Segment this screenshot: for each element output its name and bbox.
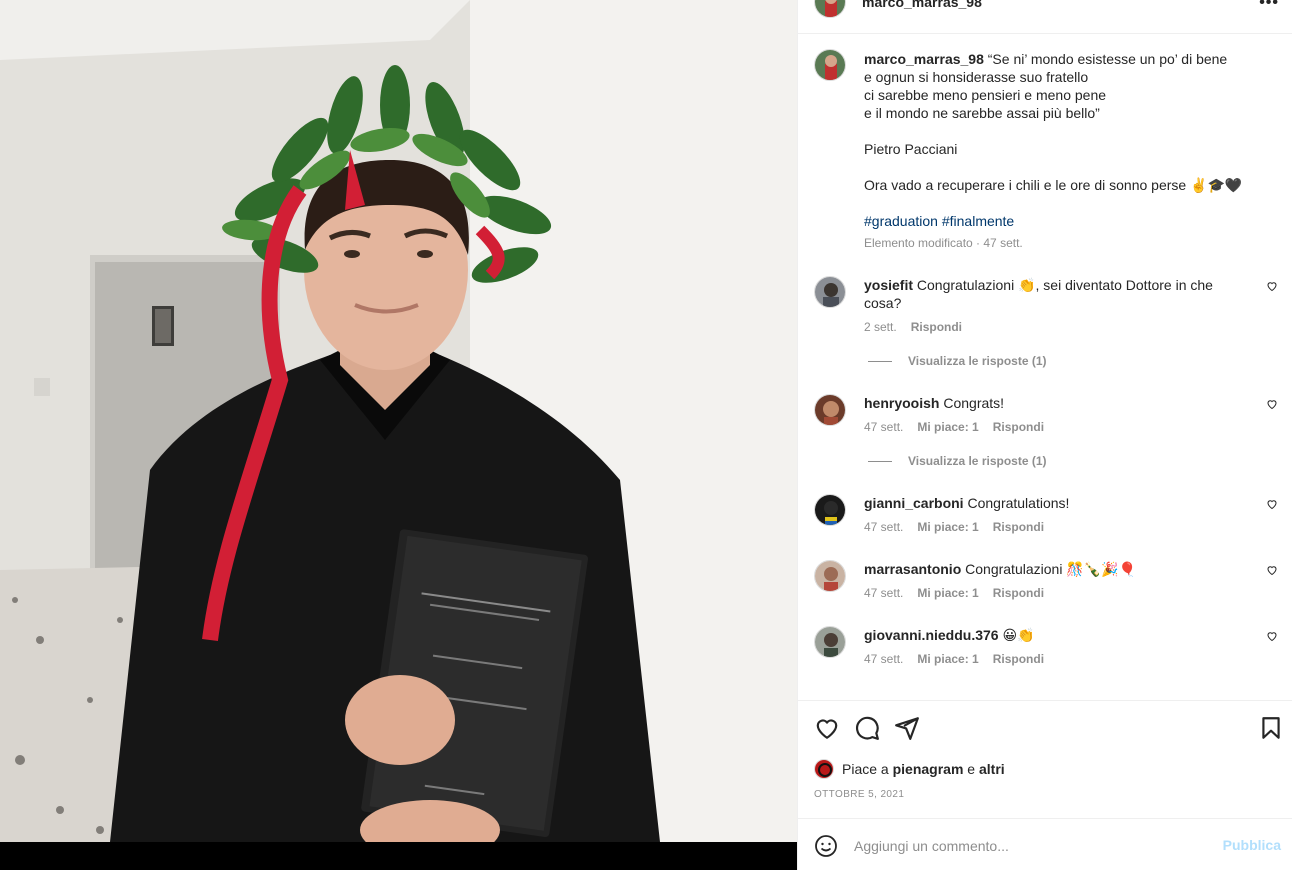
likes-summary[interactable]: Piace a pienagram e altri: [814, 759, 1005, 779]
heart-icon[interactable]: [1266, 564, 1278, 576]
comment-time: 47 sett.: [864, 520, 904, 534]
comment-likes[interactable]: Mi piace: 1: [917, 420, 978, 434]
comment-item: henryooish Congrats! 47 sett. Mi piace: 1…: [814, 394, 1278, 435]
comment-username[interactable]: giovanni.nieddu.376: [864, 627, 999, 643]
caption-username[interactable]: marco_marras_98: [864, 51, 984, 67]
comment-text: Congratulations!: [967, 495, 1070, 511]
post-side-panel: marco_marras_98 ••• marco_marras_98 “Se …: [797, 0, 1292, 870]
heart-icon[interactable]: [814, 715, 840, 741]
hashtag-link[interactable]: #finalmente: [942, 213, 1014, 229]
likes-joiner: e: [967, 761, 976, 777]
caption-extra-line: Ora vado a recuperare i chili e le ore d…: [864, 177, 1243, 193]
heart-icon[interactable]: [1266, 498, 1278, 510]
view-replies-button[interactable]: Visualizza le risposte (1): [868, 454, 1047, 468]
author-avatar[interactable]: [814, 0, 846, 18]
likes-user[interactable]: pienagram: [893, 761, 964, 777]
comment-text: Congratulazioni 👏, sei diventato Dottore…: [864, 277, 1213, 311]
comment-time: 47 sett.: [864, 420, 904, 434]
post-header: marco_marras_98 •••: [798, 0, 1292, 34]
author-username[interactable]: marco_marras_98: [862, 0, 982, 10]
comment-avatar[interactable]: [814, 276, 846, 308]
photo-letterbox: [0, 842, 797, 870]
comment-likes[interactable]: Mi piace: 1: [917, 586, 978, 600]
comment-likes[interactable]: Mi piace: 1: [917, 652, 978, 666]
bookmark-icon[interactable]: [1258, 715, 1284, 741]
likes-prefix: Piace a: [842, 761, 889, 777]
comment-item: yosiefit Congratulazioni 👏, sei diventat…: [814, 276, 1278, 335]
heart-icon[interactable]: [1266, 280, 1278, 292]
smiley-icon[interactable]: [814, 834, 838, 858]
comment-text: Congratulazioni 🎊🍾🎉🎈: [965, 561, 1137, 577]
caption-line-3: ci sarebbe meno pensieri e meno pene: [864, 87, 1107, 103]
comment-username[interactable]: gianni_carboni: [864, 495, 964, 511]
comment-text: 😀👏: [1002, 627, 1035, 643]
comment-item: marrasantonio Congratulazioni 🎊🍾🎉🎈 47 se…: [814, 560, 1278, 601]
comment-likes[interactable]: Mi piace: 1: [917, 520, 978, 534]
view-replies-label: Visualizza le risposte (1): [908, 354, 1047, 368]
post-actions: Piace a pienagram e altri OTTOBRE 5, 202…: [798, 700, 1292, 818]
caption-line-1: “Se ni’ mondo esistesse un po’ di bene: [987, 51, 1228, 67]
view-replies-label: Visualizza le risposte (1): [908, 454, 1047, 468]
caption-author-avatar[interactable]: [814, 49, 846, 81]
comment-time: 47 sett.: [864, 586, 904, 600]
comment-text: Congrats!: [943, 395, 1005, 411]
view-replies-button[interactable]: Visualizza le risposte (1): [868, 354, 1047, 368]
reply-button[interactable]: Rispondi: [993, 420, 1044, 434]
hashtag-link[interactable]: #graduation: [864, 213, 938, 229]
comment-avatar[interactable]: [814, 394, 846, 426]
likes-others[interactable]: altri: [979, 761, 1005, 777]
caption-line-2: e ognun si honsiderasse suo fratello: [864, 69, 1089, 85]
caption-quote-author: Pietro Pacciani: [864, 141, 958, 157]
add-comment-bar: Pubblica: [798, 818, 1292, 870]
reply-button[interactable]: Rispondi: [911, 320, 962, 334]
post-date[interactable]: OTTOBRE 5, 2021: [814, 789, 904, 800]
reply-button[interactable]: Rispondi: [993, 520, 1044, 534]
comment-avatar[interactable]: [814, 560, 846, 592]
comment-username[interactable]: marrasantonio: [864, 561, 961, 577]
comment-username[interactable]: yosiefit: [864, 277, 913, 293]
more-horizontal-icon[interactable]: •••: [1259, 0, 1279, 12]
comment-item: giovanni.nieddu.376 😀👏 47 sett. Mi piace:…: [814, 626, 1278, 667]
heart-icon[interactable]: [1266, 398, 1278, 410]
paper-plane-icon[interactable]: [894, 715, 920, 741]
heart-icon[interactable]: [1266, 630, 1278, 642]
comment-avatar[interactable]: [814, 626, 846, 658]
comment-username[interactable]: henryooish: [864, 395, 939, 411]
caption-meta: Elemento modificato · 47 sett.: [864, 236, 1023, 250]
comment-bubble-icon[interactable]: [854, 715, 880, 741]
post-photo[interactable]: [0, 0, 797, 842]
comment-item: gianni_carboni Congratulations! 47 sett.…: [814, 494, 1278, 535]
comment-time: 47 sett.: [864, 652, 904, 666]
post-caption: marco_marras_98 “Se ni’ mondo esistesse …: [814, 49, 1274, 251]
comments-scroll-area[interactable]: marco_marras_98 “Se ni’ mondo esistesse …: [798, 34, 1292, 700]
graduation-photo: [0, 0, 797, 842]
comment-input[interactable]: [854, 834, 1214, 858]
publish-button[interactable]: Pubblica: [1223, 837, 1281, 853]
liker-avatar[interactable]: [814, 759, 834, 779]
reply-button[interactable]: Rispondi: [993, 586, 1044, 600]
comment-avatar[interactable]: [814, 494, 846, 526]
comment-time: 2 sett.: [864, 320, 897, 334]
caption-line-4: e il mondo ne sarebbe assai più bello”: [864, 105, 1100, 121]
reply-button[interactable]: Rispondi: [993, 652, 1044, 666]
